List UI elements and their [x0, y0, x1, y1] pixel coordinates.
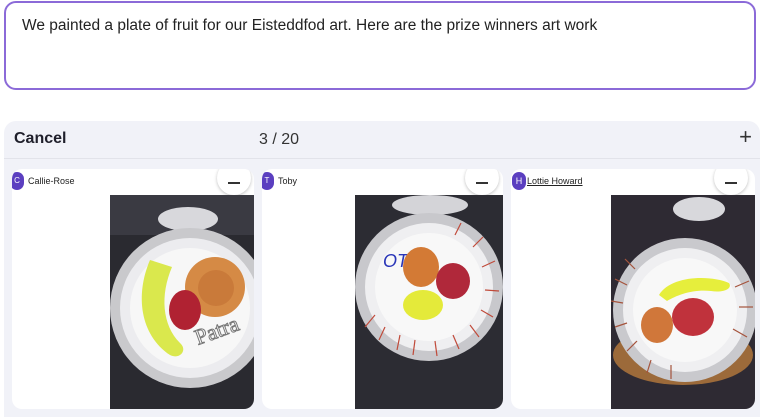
- divider: [4, 158, 760, 159]
- avatar: H: [512, 172, 526, 190]
- author-name[interactable]: Lottie Howard: [527, 176, 583, 186]
- artwork-photo: Patra: [110, 195, 254, 409]
- artwork-photo: OT: [355, 195, 503, 409]
- photo-card[interactable]: H Lottie Howard: [511, 169, 755, 409]
- post-text-box[interactable]: We painted a plate of fruit for our Eist…: [4, 1, 756, 90]
- gallery-panel: Cancel 3 / 20 + C Callie-Rose Patra T To…: [4, 121, 760, 417]
- photo-counter: 3 / 20: [259, 131, 300, 148]
- author-name: Toby: [278, 176, 298, 186]
- avatar: C: [12, 172, 24, 190]
- photo-card[interactable]: C Callie-Rose Patra: [12, 169, 254, 409]
- photo-card[interactable]: T Toby OT: [262, 169, 503, 409]
- cancel-button[interactable]: Cancel: [14, 130, 66, 148]
- author-name: Callie-Rose: [28, 176, 75, 186]
- post-text[interactable]: We painted a plate of fruit for our Eist…: [22, 17, 597, 35]
- plus-icon[interactable]: +: [739, 126, 752, 148]
- avatar: T: [262, 172, 274, 190]
- artwork-photo: [611, 195, 755, 409]
